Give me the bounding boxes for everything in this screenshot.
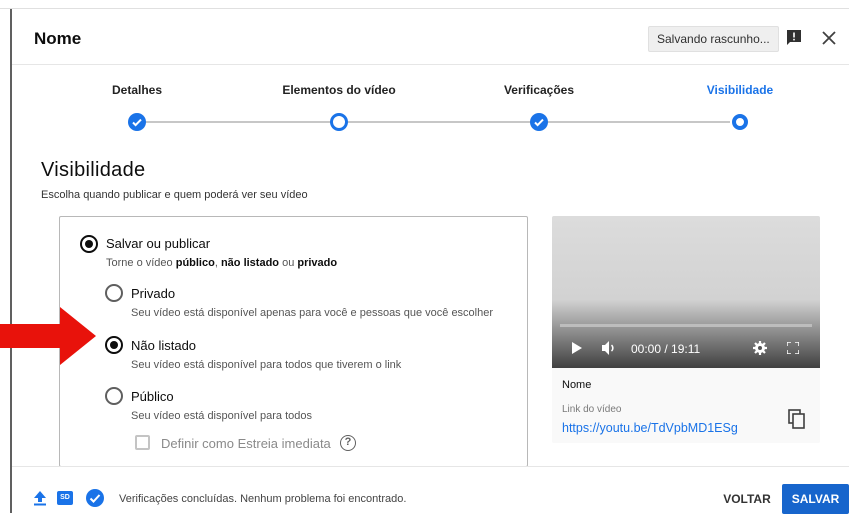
progress-stepper: Detalhes Elementos do vídeo Verificações… [12, 66, 849, 136]
back-button[interactable]: VOLTAR [712, 484, 782, 514]
saving-status-chip: Salvando rascunho... [648, 26, 779, 52]
video-player[interactable]: 00:00 / 19:11 [552, 216, 820, 368]
fullscreen-icon[interactable] [787, 342, 799, 354]
save-or-publish-desc: Torne o vídeo público, não listado ou pr… [106, 257, 338, 269]
unlisted-label: Não listado [131, 338, 197, 353]
step-dot-video-elements[interactable] [330, 113, 348, 131]
step-dot-visibility[interactable] [732, 114, 748, 130]
check-circle-icon[interactable] [86, 489, 104, 507]
video-time: 00:00 / 19:11 [631, 342, 701, 356]
step-dot-checks[interactable] [530, 113, 548, 131]
visibility-heading: Visibilidade [41, 159, 146, 181]
play-icon[interactable] [572, 342, 582, 354]
step-label-checks[interactable]: Verificações [504, 83, 574, 97]
radio-save-or-publish[interactable] [80, 235, 98, 253]
radio-public[interactable] [105, 387, 123, 405]
stepper-track [140, 121, 730, 123]
feedback-icon[interactable] [785, 29, 803, 47]
video-progress-bar[interactable] [560, 324, 812, 327]
copy-icon[interactable] [788, 409, 806, 429]
unlisted-desc: Seu vídeo está disponível para todos que… [131, 359, 402, 371]
help-icon[interactable]: ? [340, 435, 356, 451]
radio-private[interactable] [105, 284, 123, 302]
sd-icon[interactable]: SD [57, 491, 73, 505]
save-or-publish-label: Salvar ou publicar [106, 236, 211, 251]
checks-status-text: Verificações concluídas. Nenhum problema… [119, 493, 407, 505]
upload-dialog: Nome Salvando rascunho... Detalhes Eleme… [10, 9, 849, 514]
close-icon[interactable] [820, 29, 838, 47]
visibility-options-box: Salvar ou publicar Torne o vídeo público… [59, 216, 528, 467]
dialog-footer: SD Verificações concluídas. Nenhum probl… [12, 466, 849, 514]
red-arrow-annotation [0, 307, 96, 365]
visibility-subtitle: Escolha quando publicar e quem poderá ve… [41, 189, 308, 201]
radio-unlisted[interactable] [105, 336, 123, 354]
check-icon [534, 118, 544, 127]
premiere-checkbox[interactable] [135, 435, 150, 450]
step-dot-details[interactable] [128, 113, 146, 131]
step-label-video-elements[interactable]: Elementos do vídeo [282, 83, 395, 97]
video-link-url[interactable]: https://youtu.be/TdVpbMD1ESg [562, 421, 738, 435]
video-link-label: Link do vídeo [562, 404, 622, 415]
check-icon [132, 118, 142, 127]
private-desc: Seu vídeo está disponível apenas para vo… [131, 307, 494, 319]
public-label: Público [131, 389, 174, 404]
preview-video-name: Nome [562, 379, 592, 391]
step-label-visibility[interactable]: Visibilidade [707, 83, 773, 97]
settings-icon[interactable] [753, 341, 767, 355]
volume-icon[interactable] [602, 341, 618, 355]
step-label-details[interactable]: Detalhes [112, 83, 162, 97]
upload-icon[interactable] [32, 490, 48, 506]
dialog-title: Nome [34, 29, 82, 48]
public-desc: Seu vídeo está disponível para todos [131, 410, 313, 422]
private-label: Privado [131, 286, 176, 301]
video-preview-card: 00:00 / 19:11 Nome Link do vídeo https:/… [552, 216, 820, 443]
save-button[interactable]: SALVAR [782, 484, 849, 514]
dialog-header: Nome Salvando rascunho... [12, 9, 849, 65]
premiere-label: Definir como Estreia imediata [161, 436, 331, 451]
